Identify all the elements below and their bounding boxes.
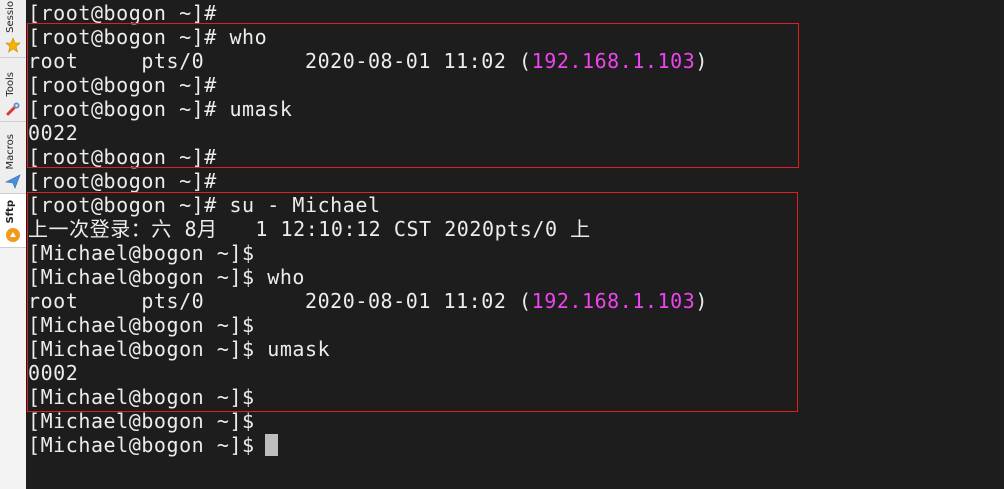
highlight-box-michael (27, 192, 798, 412)
tools-icon (6, 102, 20, 116)
terminal-cursor (264, 434, 278, 456)
highlight-box-root (27, 23, 799, 168)
tab-sftp-label: Sftp (5, 199, 16, 224)
terminal-line: [Michael@bogon ~]$ (28, 409, 255, 433)
terminal-line: [root@bogon ~]# (28, 1, 217, 25)
star-icon (5, 37, 21, 53)
tab-macros-label: Macros (5, 133, 16, 169)
tab-sftp[interactable]: Sftp (0, 194, 26, 248)
tab-sessions[interactable]: Sessio (0, 0, 26, 58)
terminal-text: [Michael@bogon ~]$ (28, 433, 255, 457)
sidebar-tabs: Sessio Tools Macros Sftp (0, 0, 27, 489)
tab-macros[interactable]: Macros (0, 122, 26, 194)
terminal-prompt-line: [Michael@bogon ~]$ (28, 433, 278, 457)
macros-icon (5, 174, 21, 189)
tab-tools-label: Tools (5, 72, 16, 97)
sftp-icon (6, 228, 20, 242)
terminal-line: [root@bogon ~]# (28, 169, 217, 193)
tab-sessions-label: Sessio (5, 1, 16, 33)
tab-tools[interactable]: Tools (0, 58, 26, 122)
terminal[interactable]: [root@bogon ~]# [root@bogon ~]# who root… (26, 0, 1004, 489)
